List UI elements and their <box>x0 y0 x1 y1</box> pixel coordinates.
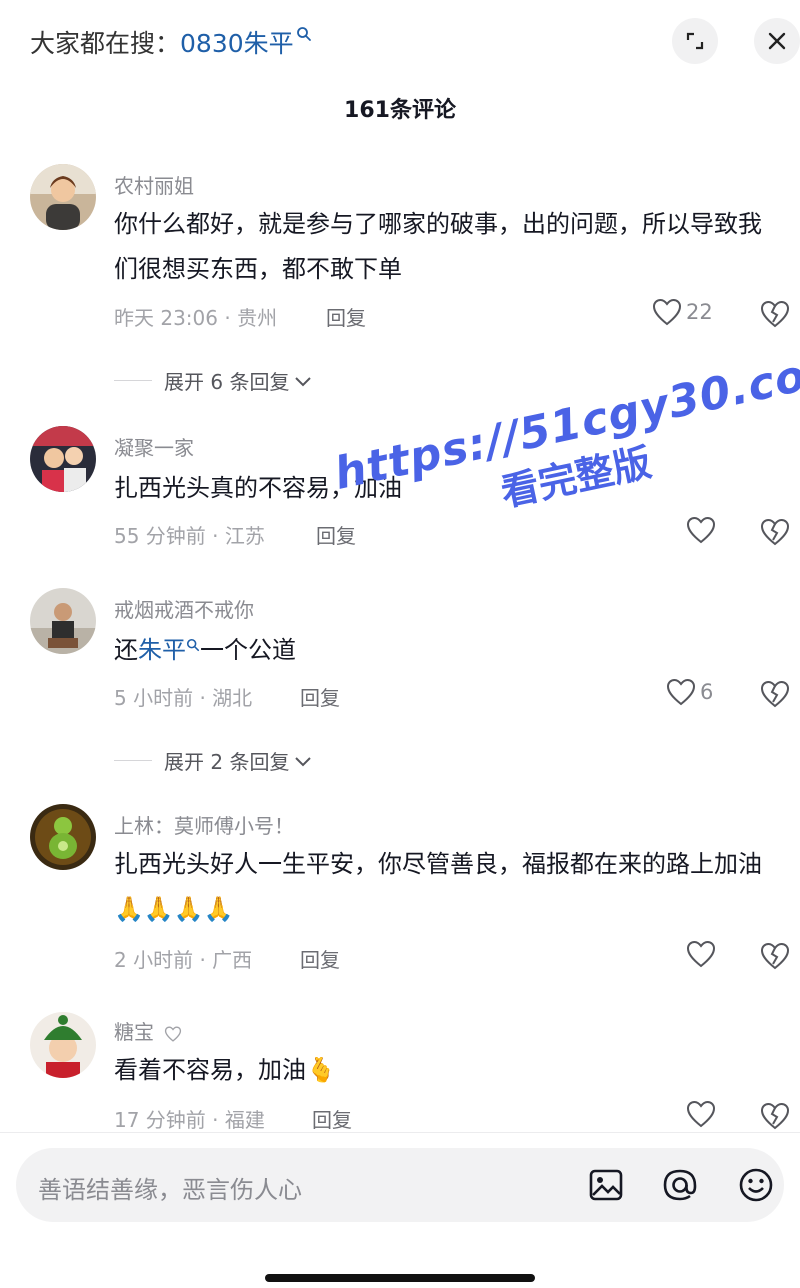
broken-heart-icon <box>760 300 790 328</box>
comment-meta: 17 分钟前 · 福建 <box>114 1108 265 1132</box>
comment-text-end: 一个公道 <box>200 636 296 664</box>
like-button[interactable] <box>686 1100 716 1128</box>
comment-meta: 5 小时前 · 湖北 <box>114 686 253 710</box>
reply-button[interactable]: 回复 <box>300 944 340 973</box>
avatar[interactable] <box>30 804 96 870</box>
dislike-button[interactable] <box>760 300 790 332</box>
chevron-down-icon <box>295 756 312 766</box>
broken-heart-icon <box>760 1102 790 1130</box>
close-icon <box>768 32 786 50</box>
watermark-overlay: https://51cgy30.com 看完整版 <box>330 340 800 549</box>
comment-text: 你什么都好，就是参与了哪家的破事，出的问题，所以导致我们很想买东西，都不敢下单 <box>114 210 762 283</box>
broken-heart-icon <box>760 942 790 970</box>
comment-username[interactable]: 戒烟戒酒不戒你 <box>114 594 254 623</box>
comment-text: 还朱平 一个公道 <box>114 628 784 673</box>
fullscreen-button[interactable] <box>672 18 718 64</box>
expand-replies[interactable]: 展开 2 条回复 <box>114 746 313 775</box>
home-indicator[interactable] <box>265 1274 535 1282</box>
expand-replies[interactable]: 展开 6 条回复 <box>114 366 313 395</box>
top-bar: 大家都在搜：0830朱平 <box>0 0 800 80</box>
dislike-button[interactable] <box>760 680 790 712</box>
reply-button[interactable]: 回复 <box>326 302 366 331</box>
comment-username-text: 糖宝 <box>114 1020 154 1044</box>
heart-outline-icon <box>686 1100 716 1128</box>
dislike-button[interactable] <box>760 518 790 550</box>
trending-search-hint[interactable]: 大家都在搜：0830朱平 <box>30 24 312 60</box>
smiley-icon[interactable] <box>736 1165 776 1205</box>
trending-search-prefix: 大家都在搜： <box>30 29 181 58</box>
heart-outline-icon <box>686 940 716 968</box>
chevron-down-icon <box>295 376 312 386</box>
expand-replies-label: 展开 6 条回复 <box>164 370 290 394</box>
like-count: 6 <box>700 680 714 704</box>
heart-outline-icon <box>686 516 716 544</box>
comment-username[interactable]: 农村丽姐 <box>114 170 194 199</box>
broken-heart-icon <box>760 518 790 546</box>
close-button[interactable] <box>754 18 800 64</box>
avatar[interactable] <box>30 164 96 230</box>
comment-search-term[interactable]: 朱平 <box>138 636 186 664</box>
reply-button[interactable]: 回复 <box>312 1104 352 1133</box>
expand-divider <box>114 380 152 381</box>
like-count: 22 <box>686 300 713 324</box>
broken-heart-icon <box>760 680 790 708</box>
heart-outline-icon <box>165 1025 182 1042</box>
avatar[interactable] <box>30 1012 96 1078</box>
at-icon[interactable] <box>660 1165 700 1205</box>
search-icon <box>296 27 311 41</box>
image-icon[interactable] <box>586 1165 626 1205</box>
fullscreen-icon <box>686 32 704 50</box>
heart-outline-icon <box>652 298 682 326</box>
like-button[interactable] <box>686 940 716 968</box>
comment-meta: 2 小时前 · 广西 <box>114 948 253 972</box>
dislike-button[interactable] <box>760 1102 790 1134</box>
search-icon <box>186 638 200 652</box>
comment-count-title: 161条评论 <box>344 98 456 123</box>
dislike-button[interactable] <box>760 942 790 974</box>
expand-divider <box>114 760 152 761</box>
reply-button[interactable]: 回复 <box>300 682 340 711</box>
like-button[interactable]: 6 <box>666 678 713 706</box>
comment-text: 扎西光头好人一生平安，你尽管善良，福报都在来的路上加油🙏🙏🙏🙏 <box>114 850 762 923</box>
comment-meta: 55 分钟前 · 江苏 <box>114 524 265 548</box>
heart-outline-icon <box>666 678 696 706</box>
comment-username[interactable]: 凝聚一家 <box>114 432 194 461</box>
comment-input-placeholder[interactable]: 善语结善缘，恶言伤人心 <box>38 1170 302 1205</box>
avatar[interactable] <box>30 426 96 492</box>
comment-input-bar[interactable]: 善语结善缘，恶言伤人心 <box>16 1148 784 1222</box>
like-button[interactable] <box>686 516 716 544</box>
comment-text-start: 还 <box>114 636 138 664</box>
comment-username[interactable]: 上林：莫师傅小号！ <box>114 810 294 839</box>
trending-search-term[interactable]: 0830朱平 <box>180 29 294 58</box>
expand-replies-label: 展开 2 条回复 <box>164 750 290 774</box>
input-divider <box>0 1132 800 1133</box>
comment-meta: 昨天 23:06 · 贵州 <box>114 306 278 330</box>
comment-text: 看着不容易，加油🫰 <box>114 1056 336 1084</box>
comment-username[interactable]: 糖宝 <box>114 1016 182 1045</box>
avatar[interactable] <box>30 588 96 654</box>
like-button[interactable]: 22 <box>652 298 713 326</box>
